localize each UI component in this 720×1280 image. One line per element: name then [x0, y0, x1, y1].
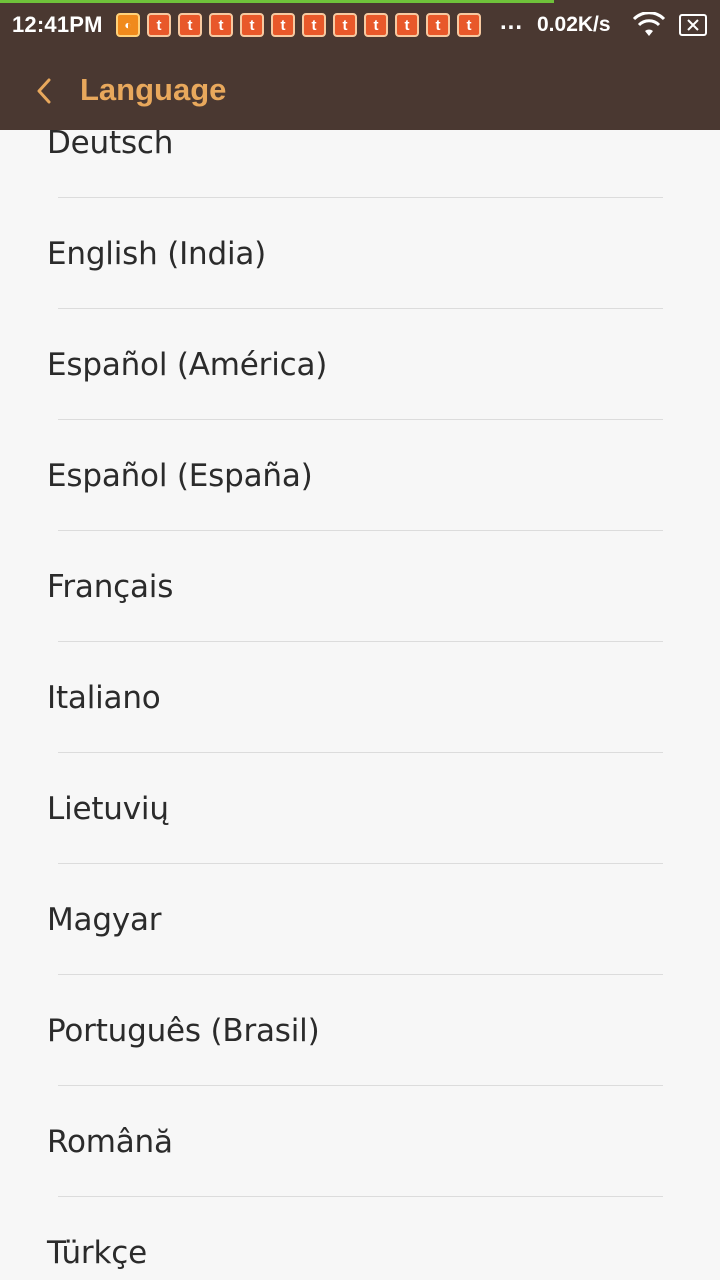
back-button[interactable]: [24, 68, 64, 112]
list-item-romana[interactable]: Română: [0, 1086, 720, 1197]
t-app-icon: t: [364, 13, 388, 37]
t-app-icon: t: [457, 13, 481, 37]
t-app-icon: t: [426, 13, 450, 37]
t-app-icon: t: [271, 13, 295, 37]
notification-icons: ◐ t t t t t t t t t t t: [116, 13, 481, 37]
t-app-icon: t: [395, 13, 419, 37]
list-item-label: Español (España): [47, 458, 313, 494]
list-item-portugues-brasil[interactable]: Português (Brasil): [0, 975, 720, 1086]
page-title: Language: [80, 72, 227, 107]
language-list[interactable]: Deutsch English (India) Español (América…: [0, 130, 720, 1280]
uc-browser-icon: ◐: [116, 13, 140, 37]
list-item-deutsch[interactable]: Deutsch: [0, 130, 720, 198]
wifi-icon: [632, 12, 666, 36]
list-item-lietuviu[interactable]: Lietuvių: [0, 753, 720, 864]
list-item-label: English (India): [47, 236, 267, 272]
action-bar: Language: [0, 50, 720, 130]
list-item-label: Español (América): [47, 347, 328, 383]
list-item-espanol-america[interactable]: Español (América): [0, 309, 720, 420]
t-app-icon: t: [302, 13, 326, 37]
status-time: 12:41PM: [12, 12, 103, 37]
list-item-label: Magyar: [47, 902, 162, 938]
list-item-english-india[interactable]: English (India): [0, 198, 720, 309]
list-item-label: Türkçe: [47, 1235, 147, 1271]
t-app-icon: t: [209, 13, 233, 37]
list-item-label: Français: [47, 569, 174, 605]
status-bar: 12:41PM ◐ t t t t t t t t t t t ... 0.02…: [0, 0, 720, 50]
more-notifications-indicator: ...: [500, 8, 524, 35]
list-item-francais[interactable]: Français: [0, 531, 720, 642]
t-app-icon: t: [147, 13, 171, 37]
list-item-espanol-espana[interactable]: Español (España): [0, 420, 720, 531]
network-speed: 0.02K/s: [537, 13, 611, 36]
battery-charging-icon: [679, 14, 707, 36]
page-load-progress: [0, 0, 554, 3]
list-item-label: Deutsch: [47, 130, 174, 161]
t-app-icon: t: [240, 13, 264, 37]
t-app-icon: t: [178, 13, 202, 37]
list-item-magyar[interactable]: Magyar: [0, 864, 720, 975]
list-item-italiano[interactable]: Italiano: [0, 642, 720, 753]
list-item-label: Română: [47, 1124, 173, 1160]
t-app-icon: t: [333, 13, 357, 37]
chevron-left-icon: [37, 78, 51, 104]
list-item-label: Italiano: [47, 680, 161, 716]
list-item-label: Lietuvių: [47, 791, 169, 827]
list-item-turkce[interactable]: Türkçe: [0, 1197, 720, 1280]
list-item-label: Português (Brasil): [47, 1013, 320, 1049]
